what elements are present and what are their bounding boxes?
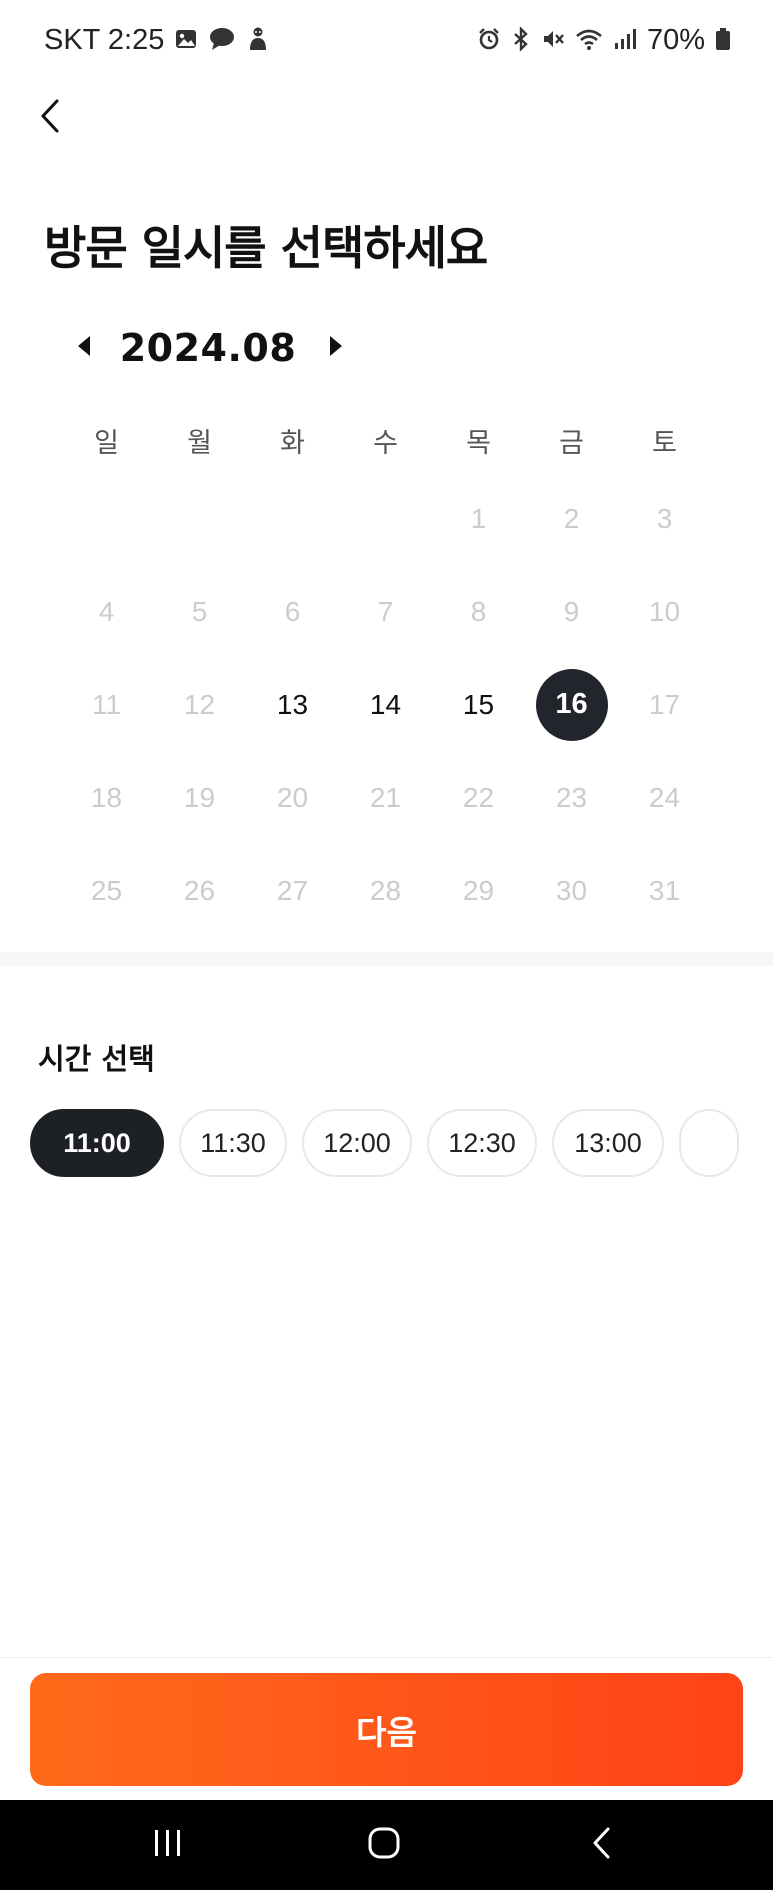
figure-icon bbox=[246, 26, 270, 56]
time-slot-list: 11:00 11:30 12:00 12:30 13:00 bbox=[30, 1109, 773, 1177]
triangle-right-icon bbox=[329, 335, 343, 361]
disabled-day-cell: 27 bbox=[276, 874, 309, 906]
calendar-weeks: 1 2 3 4 5 6 7 8 9 10 11 12 13 14 15 16 17 18 19 20 21 22 23 24 2… bbox=[60, 472, 712, 937]
selected-day-cell[interactable]: 16 bbox=[525, 658, 618, 751]
calendar-week-row: 4 5 6 7 8 9 10 bbox=[60, 565, 712, 658]
disabled-day-cell: 18 bbox=[90, 781, 123, 813]
disabled-day-cell: 7 bbox=[377, 595, 394, 627]
empty-day-cell bbox=[60, 472, 153, 565]
empty-day-cell bbox=[339, 472, 432, 565]
disabled-day-cell: 8 bbox=[470, 595, 487, 627]
bottom-bar: 다음 bbox=[0, 1657, 773, 1800]
weekday-label: 금 bbox=[559, 427, 584, 459]
time-slot[interactable]: 12:30 bbox=[427, 1109, 537, 1177]
disabled-day-cell: 12 bbox=[183, 688, 216, 720]
weekday-label: 목 bbox=[466, 427, 491, 459]
disabled-day-cell: 10 bbox=[648, 595, 681, 627]
next-month-button[interactable] bbox=[322, 328, 350, 368]
available-day-cell[interactable]: 13 bbox=[246, 658, 339, 751]
calendar-week-row: 18 19 20 21 22 23 24 bbox=[60, 751, 712, 844]
triangle-left-icon bbox=[77, 335, 91, 361]
chevron-left-icon bbox=[38, 98, 62, 138]
signal-icon bbox=[613, 27, 637, 55]
section-divider bbox=[0, 952, 773, 966]
disabled-day-cell: 20 bbox=[276, 781, 309, 813]
available-day-cell[interactable]: 15 bbox=[432, 658, 525, 751]
chat-icon bbox=[208, 27, 236, 55]
calendar-week-row: 25 26 27 28 29 30 31 bbox=[60, 844, 712, 937]
disabled-day-cell: 1 bbox=[470, 502, 487, 534]
disabled-day-cell: 29 bbox=[462, 874, 495, 906]
bluetooth-icon bbox=[511, 25, 531, 55]
disabled-day-cell: 4 bbox=[98, 595, 115, 627]
month-navigation: 2024.08 bbox=[70, 322, 350, 374]
gallery-icon bbox=[174, 27, 198, 55]
weekday-label: 화 bbox=[280, 427, 305, 459]
disabled-day-cell: 21 bbox=[369, 781, 402, 813]
home-icon bbox=[367, 1826, 401, 1864]
disabled-day-cell: 6 bbox=[284, 595, 301, 627]
disabled-day-cell: 28 bbox=[369, 874, 402, 906]
time-slot[interactable]: 13:00 bbox=[552, 1109, 664, 1177]
weekday-label: 토 bbox=[652, 427, 677, 459]
available-day-cell[interactable]: 14 bbox=[339, 658, 432, 751]
status-right: 70% bbox=[477, 24, 731, 57]
disabled-day-cell: 26 bbox=[183, 874, 216, 906]
back-button[interactable] bbox=[28, 96, 72, 140]
disabled-day-cell: 11 bbox=[91, 688, 122, 720]
disabled-day-cell: 2 bbox=[563, 502, 580, 534]
recent-apps-button[interactable] bbox=[138, 1820, 198, 1870]
time-slot-selected[interactable]: 11:00 bbox=[30, 1109, 164, 1177]
weekday-header: 일월화수목금토 bbox=[60, 408, 712, 472]
status-left: SKT 2:25 bbox=[44, 24, 270, 57]
disabled-day-cell: 24 bbox=[648, 781, 681, 813]
disabled-day-cell: 19 bbox=[183, 781, 216, 813]
disabled-day-cell: 17 bbox=[648, 688, 681, 720]
system-navigation-bar bbox=[0, 1800, 773, 1890]
carrier-time: SKT 2:25 bbox=[44, 24, 165, 56]
disabled-day-cell: 3 bbox=[656, 502, 673, 534]
month-label: 2024.08 bbox=[119, 326, 297, 370]
time-slot-overflow[interactable] bbox=[679, 1109, 739, 1177]
calendar-week-row: 11 12 13 14 15 16 17 bbox=[60, 658, 712, 751]
recent-apps-icon bbox=[151, 1828, 185, 1862]
time-section-title: 시간 선택 bbox=[38, 1042, 155, 1076]
battery-percent: 70% bbox=[646, 24, 705, 56]
time-slot[interactable]: 12:00 bbox=[302, 1109, 412, 1177]
disabled-day-cell: 25 bbox=[90, 874, 123, 906]
page-title: 방문 일시를 선택하세요 bbox=[44, 221, 488, 275]
empty-day-cell bbox=[246, 472, 339, 565]
back-arrow-icon bbox=[590, 1826, 614, 1864]
empty-day-cell bbox=[153, 472, 246, 565]
calendar-grid: 일월화수목금토 1 2 3 4 5 6 7 8 9 10 11 12 13 14 15 16 17 18 19 20 2… bbox=[60, 408, 712, 937]
calendar-week-row: 1 2 3 bbox=[60, 472, 712, 565]
battery-icon bbox=[715, 27, 731, 55]
disabled-day-cell: 22 bbox=[462, 781, 495, 813]
status-bar: SKT 2:25 70% bbox=[0, 0, 773, 84]
mute-icon bbox=[541, 27, 565, 55]
disabled-day-cell: 5 bbox=[191, 595, 208, 627]
previous-month-button[interactable] bbox=[70, 328, 98, 368]
system-back-button[interactable] bbox=[572, 1820, 632, 1870]
disabled-day-cell: 9 bbox=[563, 595, 580, 627]
alarm-icon bbox=[477, 27, 501, 55]
weekday-label: 수 bbox=[373, 427, 398, 459]
home-button[interactable] bbox=[354, 1820, 414, 1870]
wifi-icon bbox=[575, 27, 603, 55]
time-slot[interactable]: 11:30 bbox=[179, 1109, 287, 1177]
weekday-label: 월 bbox=[187, 427, 212, 459]
disabled-day-cell: 30 bbox=[555, 874, 588, 906]
next-button[interactable]: 다음 bbox=[30, 1673, 743, 1786]
selected-day-label: 16 bbox=[535, 668, 608, 741]
disabled-day-cell: 31 bbox=[648, 874, 681, 906]
weekday-label: 일 bbox=[94, 427, 119, 459]
disabled-day-cell: 23 bbox=[555, 781, 588, 813]
